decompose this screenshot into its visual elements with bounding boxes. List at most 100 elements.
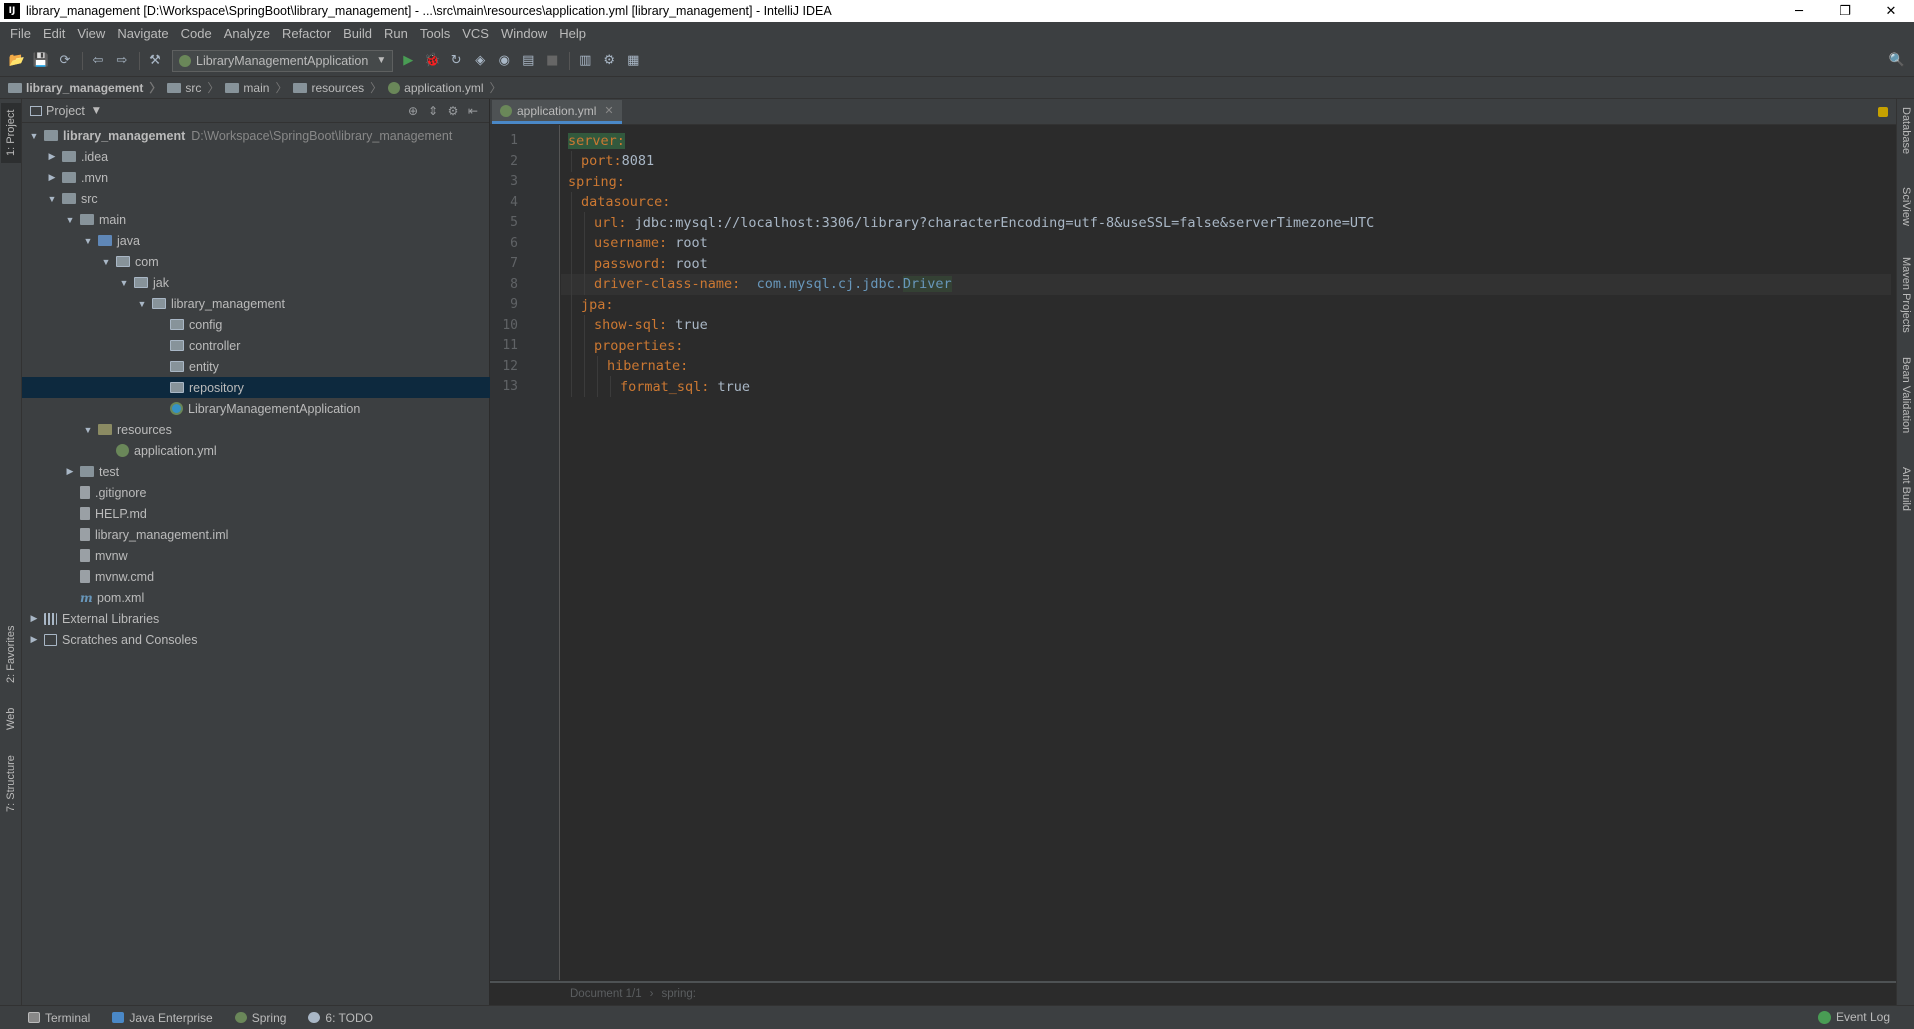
collapsed-arrow-icon[interactable]: ▶ (46, 151, 58, 162)
breadcrumb-resources[interactable]: resources 〉 (293, 79, 382, 96)
tree-node[interactable]: ▼ library_management D:\Workspace\SpringBo… (22, 125, 490, 146)
collapsed-arrow-icon[interactable]: ▶ (64, 466, 76, 477)
restore-button[interactable]: ❐ (1822, 0, 1868, 22)
editor-breadcrumb-document[interactable]: Document 1/1 (570, 988, 642, 1000)
expanded-arrow-icon[interactable]: ▼ (28, 131, 40, 141)
coverage-icon[interactable]: ◈ (469, 50, 491, 72)
tree-node[interactable]: entity (22, 356, 490, 377)
tree-node[interactable]: ▼ resources (22, 419, 490, 440)
tree-node[interactable]: HELP.md (22, 503, 490, 524)
tree-node[interactable]: LibraryManagementApplication (22, 398, 490, 419)
tab-bean-validation[interactable]: Bean Validation (1898, 357, 1914, 457)
tab-web[interactable]: Web (1, 699, 21, 739)
menu-run[interactable]: Run (378, 26, 414, 41)
tab-database[interactable]: Database (1898, 107, 1914, 177)
search-everywhere-icon[interactable]: 🔍 (1886, 50, 1908, 72)
tree-node[interactable]: mvnw.cmd (22, 566, 490, 587)
tree-node[interactable]: ▶ .idea (22, 146, 490, 167)
save-icon[interactable]: 💾 (30, 50, 52, 72)
project-view-selector[interactable]: Project (46, 104, 85, 118)
tab-ant-build[interactable]: Ant Build (1898, 467, 1914, 537)
menu-analyze[interactable]: Analyze (218, 26, 276, 41)
back-icon[interactable]: ⇦ (87, 50, 109, 72)
collapsed-arrow-icon[interactable]: ▶ (28, 613, 40, 624)
tree-node[interactable]: ▼ com (22, 251, 490, 272)
breadcrumb-main[interactable]: main 〉 (225, 79, 287, 96)
tree-node[interactable]: ▶ .mvn (22, 167, 490, 188)
breadcrumb-src[interactable]: src 〉 (167, 79, 219, 96)
run-configuration-dropdown[interactable]: LibraryManagementApplication ▼ (172, 49, 394, 72)
forward-icon[interactable]: ⇨ (111, 50, 133, 72)
tree-node[interactable]: mvnw (22, 545, 490, 566)
tree-node[interactable]: ▶ Scratches and Consoles (22, 629, 490, 650)
tree-node[interactable]: ▶ test (22, 461, 490, 482)
expanded-arrow-icon[interactable]: ▼ (82, 236, 94, 246)
gear-icon[interactable]: ⚙ (443, 103, 463, 119)
breadcrumb-file[interactable]: application.yml 〉 (388, 79, 502, 96)
menu-view[interactable]: View (71, 26, 111, 41)
tree-node[interactable]: .gitignore (22, 482, 490, 503)
stop-all-icon[interactable]: ▤ (517, 50, 539, 72)
spring-tab[interactable]: Spring (234, 1011, 286, 1025)
hide-panel-icon[interactable]: ⇤ (463, 103, 483, 119)
expanded-arrow-icon[interactable]: ▼ (46, 194, 58, 204)
menu-tools[interactable]: Tools (414, 26, 456, 41)
menu-navigate[interactable]: Navigate (111, 26, 174, 41)
expanded-arrow-icon[interactable]: ▼ (118, 278, 130, 288)
tab-sciview[interactable]: SciView (1898, 187, 1914, 247)
tree-node[interactable]: ▼ java (22, 230, 490, 251)
expanded-arrow-icon[interactable]: ▼ (100, 257, 112, 267)
chevron-down-icon[interactable]: ▼ (93, 106, 100, 116)
locate-icon[interactable]: ⊕ (403, 103, 423, 119)
stop-icon[interactable]: ■ (541, 50, 563, 72)
tree-node[interactable]: ▼ main (22, 209, 490, 230)
menu-refactor[interactable]: Refactor (276, 26, 337, 41)
expanded-arrow-icon[interactable]: ▼ (136, 299, 148, 309)
close-tab-icon[interactable]: ✕ (604, 104, 613, 117)
java-enterprise-tab[interactable]: Java Enterprise (112, 1011, 213, 1025)
tab-maven-projects[interactable]: Maven Projects (1898, 257, 1914, 347)
sync-icon[interactable]: ⟳ (54, 50, 76, 72)
menu-help[interactable]: Help (553, 26, 592, 41)
close-window-button[interactable]: ✕ (1868, 0, 1914, 22)
collapsed-arrow-icon[interactable]: ▶ (46, 172, 58, 183)
tree-node[interactable]: library_management.iml (22, 524, 490, 545)
menu-window[interactable]: Window (495, 26, 553, 41)
collapsed-arrow-icon[interactable]: ▶ (28, 634, 40, 645)
todo-tab[interactable]: 6: TODO (308, 1011, 373, 1025)
tab-application-yml[interactable]: application.yml ✕ (492, 100, 622, 124)
debug-icon[interactable]: 🐞 (421, 50, 443, 72)
tree-node[interactable]: ▶ External Libraries (22, 608, 490, 629)
tree-node[interactable]: ▼ library_management (22, 293, 490, 314)
expanded-arrow-icon[interactable]: ▼ (82, 425, 94, 435)
event-log-tab[interactable]: Event Log (1817, 1010, 1890, 1024)
open-folder-icon[interactable]: 📂 (6, 50, 28, 72)
inspection-status-icon[interactable] (1878, 107, 1888, 117)
tree-node[interactable]: ▼ jak (22, 272, 490, 293)
tree-node[interactable]: application.yml (22, 440, 490, 461)
collapse-all-icon[interactable]: ⇕ (423, 103, 443, 119)
tree-node[interactable]: config (22, 314, 490, 335)
rerun-icon[interactable]: ↻ (445, 50, 467, 72)
project-structure-icon[interactable]: ▦ (622, 50, 644, 72)
menu-build[interactable]: Build (337, 26, 378, 41)
terminal-tab[interactable]: Terminal (28, 1011, 90, 1025)
profile-icon[interactable]: ◉ (493, 50, 515, 72)
sdk-settings-icon[interactable]: ⚙ (598, 50, 620, 72)
tab-structure[interactable]: 7: Structure (1, 749, 21, 819)
tree-node[interactable]: controller (22, 335, 490, 356)
tree-node[interactable]: m pom.xml (22, 587, 490, 608)
menu-code[interactable]: Code (175, 26, 218, 41)
breadcrumb-project[interactable]: library_management 〉 (8, 79, 161, 96)
tab-project[interactable]: 1: Project (1, 103, 21, 163)
tab-favorites[interactable]: 2: Favorites (1, 619, 21, 689)
menu-edit[interactable]: Edit (37, 26, 71, 41)
expanded-arrow-icon[interactable]: ▼ (64, 215, 76, 225)
run-icon[interactable]: ▶ (397, 50, 419, 72)
editor-breadcrumb-spring[interactable]: spring: (661, 988, 696, 1000)
minimize-button[interactable]: ─ (1776, 0, 1822, 22)
tree-node[interactable]: repository (22, 377, 490, 398)
structure-icon[interactable]: ▥ (574, 50, 596, 72)
menu-vcs[interactable]: VCS (456, 26, 495, 41)
menu-file[interactable]: File (4, 26, 37, 41)
